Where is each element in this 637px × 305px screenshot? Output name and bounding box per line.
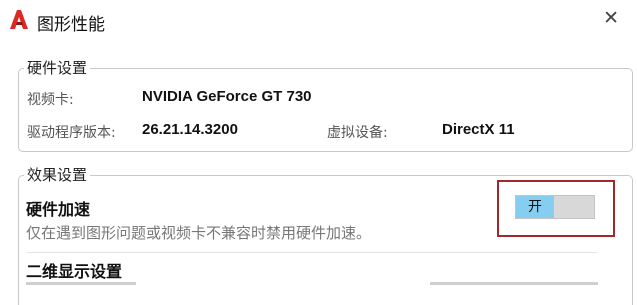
title-bar: 图形性能 ✕	[0, 0, 637, 40]
driver-version-label: 驱动程序版本:	[27, 125, 116, 141]
hardware-settings-legend: 硬件设置	[24, 58, 91, 78]
window-title: 图形性能	[37, 15, 105, 35]
hardware-acceleration-title: 硬件加速	[26, 200, 91, 219]
autocad-a-icon	[10, 10, 28, 29]
section-divider	[27, 252, 597, 253]
hardware-acceleration-toggle[interactable]: 开	[515, 195, 595, 219]
graphics-card-label: 视频卡:	[27, 92, 74, 108]
close-icon[interactable]: ✕	[603, 9, 619, 28]
effects-settings-legend: 效果设置	[24, 165, 91, 185]
display-2d-settings-title: 二维显示设置	[26, 262, 123, 281]
virtual-device-value: DirectX 11	[442, 121, 515, 138]
driver-version-value: 26.21.14.3200	[142, 121, 238, 138]
graphics-card-value: NVIDIA GeForce GT 730	[142, 88, 312, 105]
hardware-acceleration-description: 仅在遇到图形问题或视频卡不兼容时禁用硬件加速。	[26, 224, 372, 242]
toggle-on-label: 开	[516, 196, 554, 218]
virtual-device-label: 虚拟设备:	[327, 125, 388, 141]
